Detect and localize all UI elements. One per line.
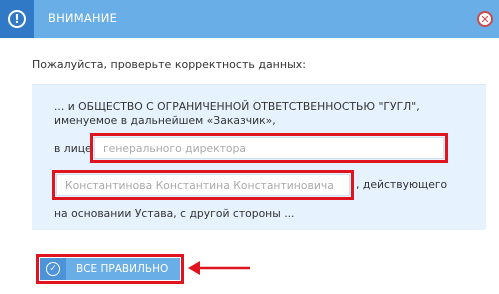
confirm-icon-box: ✓ — [40, 258, 66, 280]
warning-icon: ! — [8, 10, 26, 28]
contract-preview-panel: ... и ОБЩЕСТВО С ОГРАНИЧЕННОЙ ОТВЕТСТВЕН… — [32, 84, 486, 230]
confirm-button[interactable]: ✓ ВСЕ ПРАВИЛЬНО — [40, 258, 180, 280]
dialog-title: ВНИМАНИЕ — [48, 11, 118, 25]
acting-text: , действующего — [356, 178, 448, 191]
position-input[interactable] — [94, 137, 444, 159]
representative-name-input[interactable] — [56, 174, 350, 196]
title-icon-box: ! — [0, 0, 34, 38]
confirm-button-label: ВСЕ ПРАВИЛЬНО — [76, 263, 169, 275]
dialog-titlebar: ! ВНИМАНИЕ ✕ — [0, 0, 499, 38]
close-icon[interactable]: ✕ — [477, 11, 493, 27]
prompt-text: Пожалуйста, проверьте корректность данны… — [32, 58, 306, 71]
in-person-label: в лице — [54, 142, 92, 155]
contract-line-2: именуемое в дальнейшем «Заказчик», — [54, 114, 276, 127]
check-circle-icon: ✓ — [46, 262, 60, 276]
contract-line-4: на основании Устава, с другой стороны ..… — [54, 207, 295, 220]
contract-line-1: ... и ОБЩЕСТВО С ОГРАНИЧЕННОЙ ОТВЕТСТВЕН… — [54, 100, 420, 113]
arrow-left-icon — [188, 261, 250, 275]
